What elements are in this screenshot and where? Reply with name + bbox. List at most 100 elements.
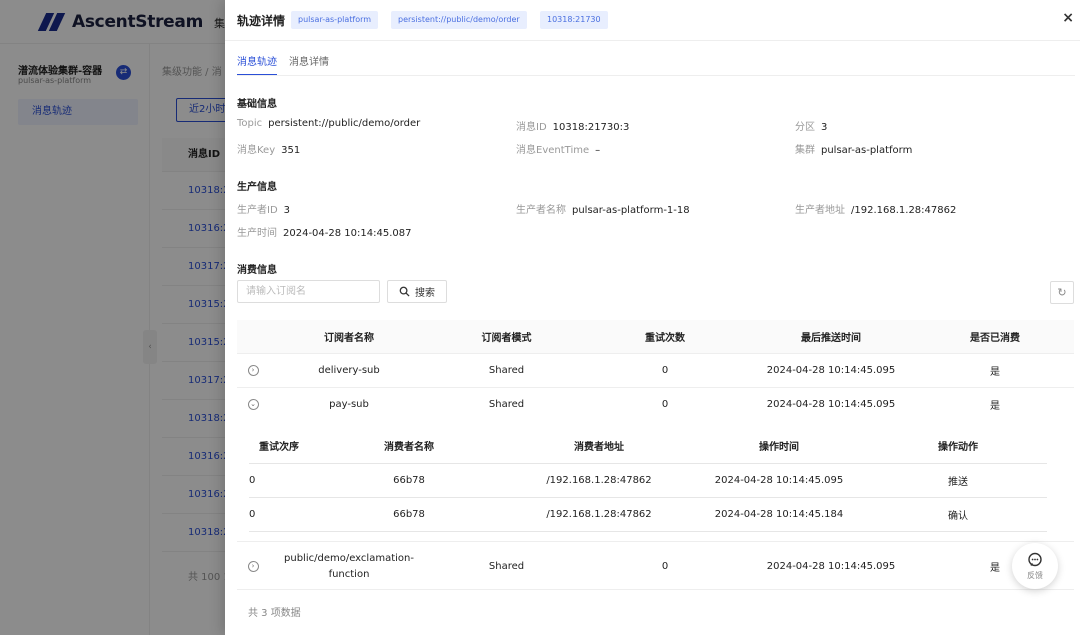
column-header-consumer-name: 消费者名称 [309, 429, 509, 464]
column-header-consumer-address: 消费者地址 [509, 429, 689, 464]
field-label: 消息ID [516, 122, 547, 133]
field-label: 消息EventTime [516, 145, 590, 156]
cell-subscriber-name: delivery-sub [269, 353, 429, 388]
cell-subscriber-name: pay-sub [269, 387, 429, 422]
section-title-producer: 生产信息 [237, 182, 277, 193]
column-header-consumed: 是否已消费 [916, 320, 1074, 354]
cell-subscriber-mode: Shared [429, 353, 584, 388]
field-cluster: 集群 pulsar-as-platform [795, 141, 912, 156]
table-row[interactable]: › delivery-sub Shared 0 2024-04-28 10:14… [237, 353, 1074, 388]
tag-message-id: 10318:21730 [540, 11, 608, 29]
expand-icon[interactable]: › [247, 365, 259, 376]
cell-consumer-name: 66b78 [309, 463, 509, 498]
field-value: /192.168.1.28:47862 [851, 205, 957, 216]
tab-message-detail[interactable]: 消息详情 [289, 53, 329, 76]
feedback-label: 反馈 [1027, 571, 1043, 580]
cell-operation-time: 2024-04-28 10:14:45.184 [689, 497, 869, 532]
field-value: 10318:21730:3 [552, 122, 630, 133]
table-header-row: 订阅者名称 订阅者模式 重试次数 最后推送时间 是否已消费 [237, 320, 1074, 354]
consumer-trace-table: 重试次序 消费者名称 消费者地址 操作时间 操作动作 0 66b78 /192.… [249, 429, 1047, 532]
column-header-retry-seq: 重试次序 [249, 429, 309, 464]
field-message-key: 消息Key 351 [237, 141, 300, 156]
cell-retries: 0 [584, 387, 746, 422]
search-button-label: 搜索 [415, 288, 435, 299]
tag-topic: persistent://public/demo/order [391, 11, 527, 29]
field-value: 2024-04-28 10:14:45.087 [283, 228, 412, 239]
cell-retries: 0 [661, 561, 669, 572]
cell-last-push-time: 2024-04-28 10:14:45.095 [746, 353, 916, 388]
cell-last-push-time: 2024-04-28 10:14:45.095 [766, 561, 896, 572]
cell-consumer-address: /192.168.1.28:47862 [509, 497, 689, 532]
drawer-header: 轨迹详情 pulsar-as-platform persistent://pub… [225, 0, 1080, 41]
drawer-title: 轨迹详情 [237, 14, 286, 28]
cell-consumer-name: 66b78 [309, 497, 509, 532]
table-total: 共 3 项数据 [248, 608, 301, 619]
cell-operation-time: 2024-04-28 10:14:45.095 [689, 463, 869, 498]
cell-consumer-address: /192.168.1.28:47862 [509, 463, 689, 498]
expand-icon[interactable]: › [247, 561, 259, 572]
close-icon[interactable]: × [1062, 10, 1074, 26]
feedback-button[interactable]: 反馈 [1012, 543, 1058, 589]
field-producer-id: 生产者ID 3 [237, 201, 290, 216]
field-value: 351 [281, 145, 301, 156]
subscription-table: 订阅者名称 订阅者模式 重试次数 最后推送时间 是否已消费 › delivery… [237, 320, 1074, 422]
cell-consumed: 是 [916, 387, 1074, 422]
column-header-subscriber-mode: 订阅者模式 [429, 320, 584, 354]
collapse-icon[interactable]: ⌄ [247, 399, 259, 410]
expand-cell[interactable]: › [237, 543, 269, 590]
tag-cluster: pulsar-as-platform [291, 11, 379, 29]
field-label: 集群 [795, 145, 815, 156]
field-label: 生产者ID [237, 205, 278, 216]
chat-icon [1028, 552, 1042, 567]
field-producer-name: 生产者名称 pulsar-as-platform-1-18 [516, 201, 690, 216]
drawer-tabs: 消息轨迹 消息详情 [237, 53, 329, 76]
field-label: 生产时间 [237, 228, 277, 239]
trace-detail-drawer: 轨迹详情 pulsar-as-platform persistent://pub… [225, 0, 1080, 635]
field-value: – [595, 145, 601, 156]
field-value: persistent://public/demo/order [268, 118, 421, 129]
table-row[interactable]: › public/demo/exclamation-function Share… [237, 543, 1074, 590]
search-icon [399, 286, 410, 297]
table-row: 0 66b78 /192.168.1.28:47862 2024-04-28 1… [249, 497, 1047, 532]
field-value: 3 [821, 122, 828, 133]
cell-subscriber-mode: Shared [488, 561, 525, 572]
table-row[interactable]: ⌄ pay-sub Shared 0 2024-04-28 10:14:45.0… [237, 387, 1074, 422]
table-header-row: 重试次序 消费者名称 消费者地址 操作时间 操作动作 [249, 429, 1047, 464]
subscription-search-input[interactable] [237, 280, 380, 303]
column-header-operation-action: 操作动作 [869, 429, 1047, 464]
column-header [237, 320, 269, 354]
field-producer-address: 生产者地址/192.168.1.28:47862 [795, 201, 956, 216]
column-header-last-push-time: 最后推送时间 [746, 320, 916, 354]
expand-cell[interactable]: ⌄ [237, 387, 269, 422]
expand-cell[interactable]: › [237, 353, 269, 388]
cell-consumed: 是 [916, 353, 1074, 388]
cell-last-push-time: 2024-04-28 10:14:45.095 [746, 387, 916, 422]
section-title-basic: 基础信息 [237, 99, 277, 110]
cell-retry-seq: 0 [249, 463, 309, 498]
column-header-retries: 重试次数 [584, 320, 746, 354]
cell-operation-action: 推送 [869, 463, 1047, 498]
field-message-id: 消息ID 10318:21730:3 [516, 118, 629, 133]
tabs-divider [237, 75, 1075, 76]
cell-retries: 0 [584, 353, 746, 388]
field-label: 消息Key [237, 145, 276, 156]
field-label: Topic [237, 118, 263, 129]
cell-retry-seq: 0 [249, 497, 309, 532]
field-partition: 分区 3 [795, 118, 827, 133]
column-header-subscriber-name: 订阅者名称 [269, 320, 429, 354]
table-row: 0 66b78 /192.168.1.28:47862 2024-04-28 1… [249, 463, 1047, 498]
search-button[interactable]: 搜索 [387, 280, 447, 303]
field-label: 分区 [795, 122, 815, 133]
field-value: 3 [283, 205, 291, 216]
cell-subscriber-name: public/demo/exclamation-function [284, 552, 414, 580]
field-label: 生产者地址 [795, 205, 845, 216]
field-topic: Topic persistent://public/demo/order [237, 118, 420, 129]
section-title-consume: 消费信息 [237, 265, 277, 276]
field-value: pulsar-as-platform [821, 145, 913, 156]
tab-message-trace[interactable]: 消息轨迹 [237, 53, 277, 76]
expanded-row-detail: 重试次序 消费者名称 消费者地址 操作时间 操作动作 0 66b78 /192.… [237, 421, 1074, 542]
cell-operation-action: 确认 [869, 497, 1047, 532]
column-header-operation-time: 操作时间 [689, 429, 869, 464]
refresh-icon[interactable]: ↻ [1050, 281, 1074, 304]
field-value: pulsar-as-platform-1-18 [572, 205, 690, 216]
